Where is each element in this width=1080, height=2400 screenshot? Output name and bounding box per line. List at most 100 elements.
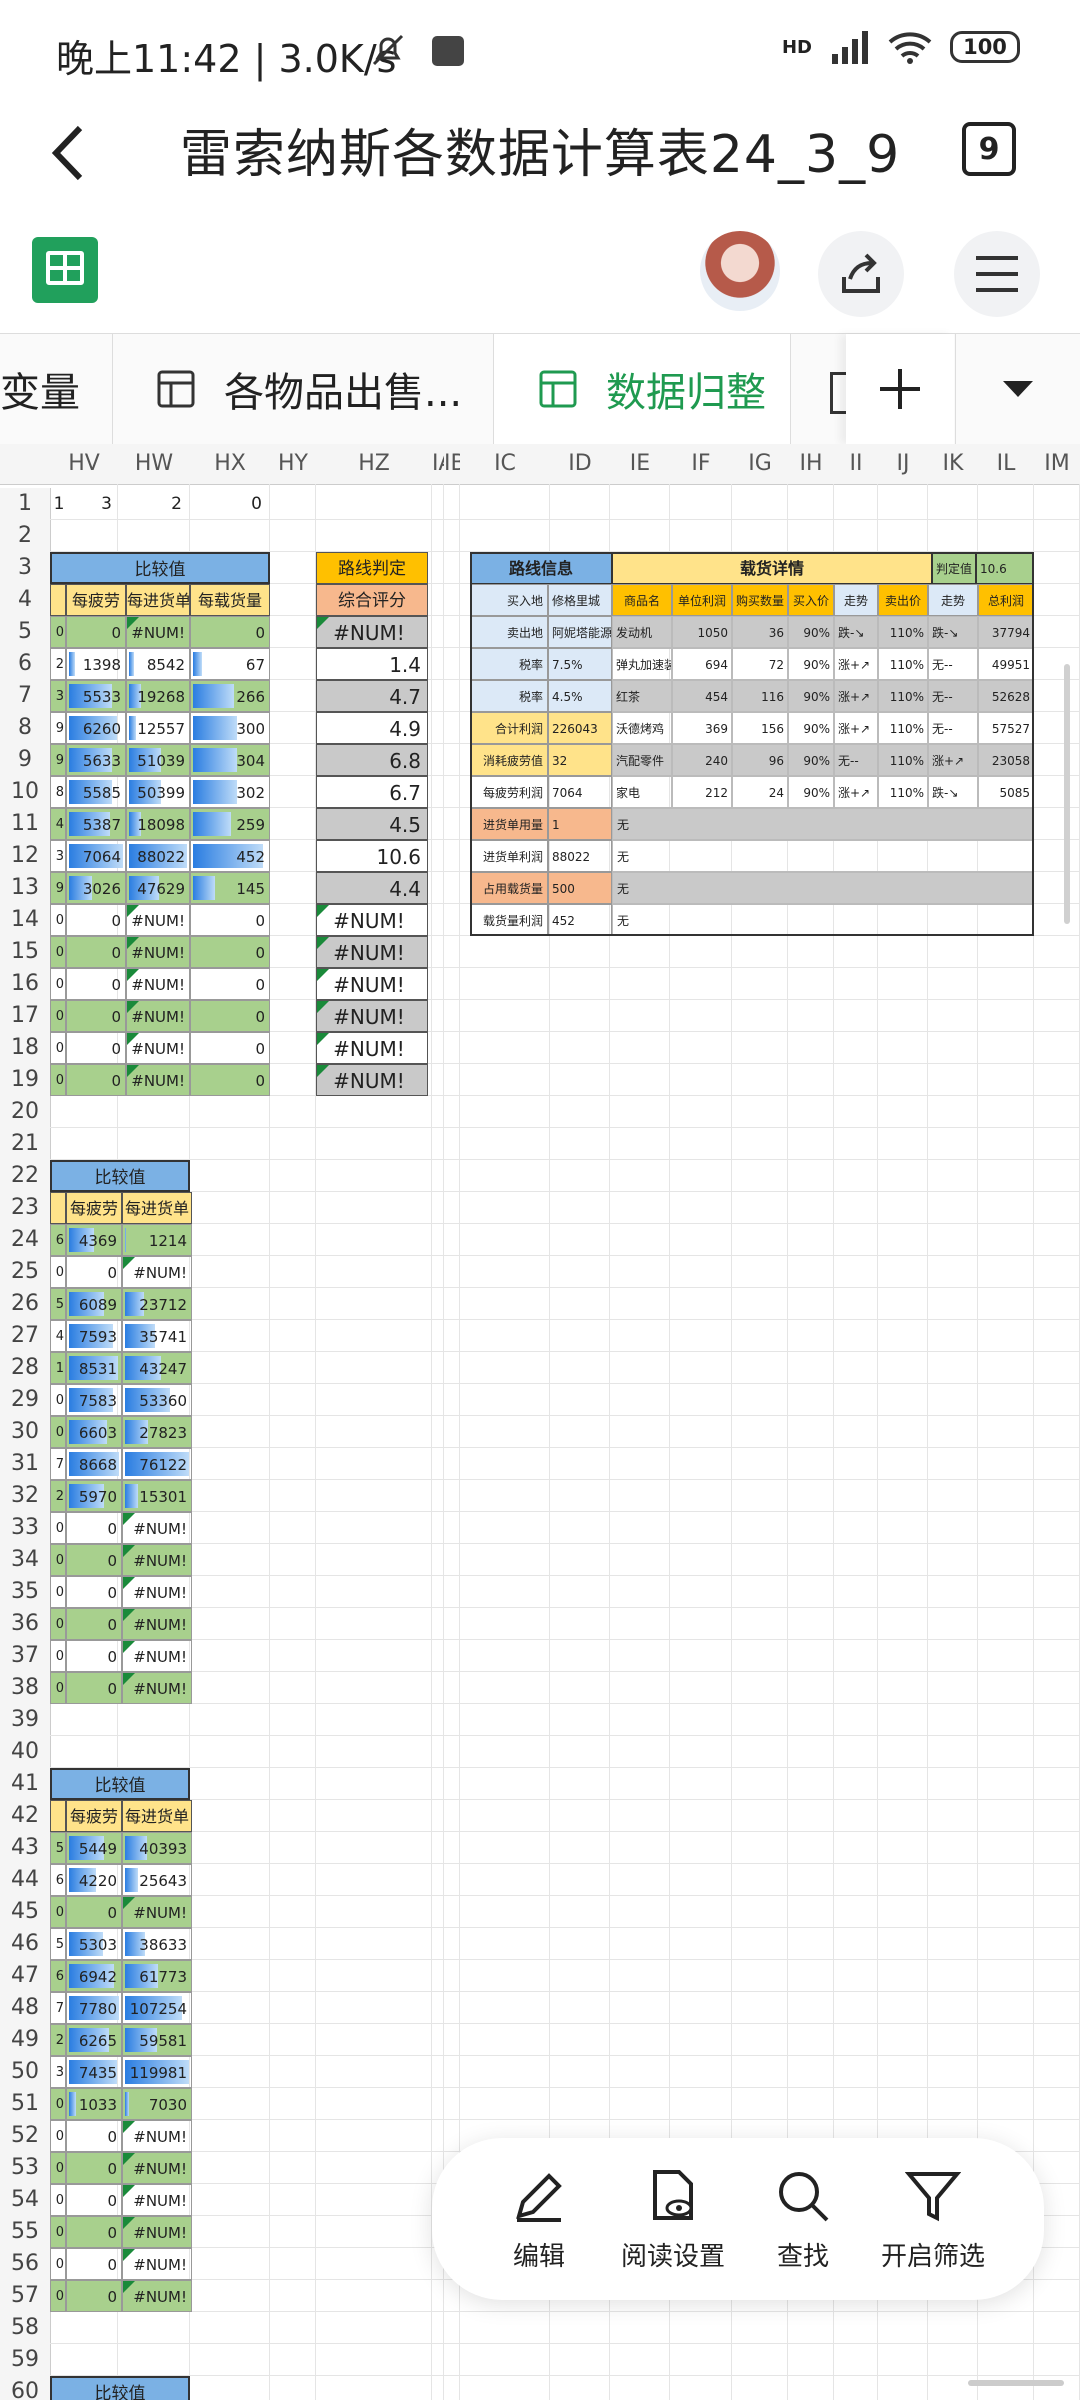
- route-score-cell[interactable]: #NUM!: [316, 936, 428, 968]
- route-score-cell[interactable]: #NUM!: [316, 1032, 428, 1064]
- row-header[interactable]: 14: [0, 904, 51, 937]
- read-settings-button[interactable]: 阅读设置: [608, 2168, 738, 2273]
- data-bar-cell[interactable]: 1398: [66, 648, 126, 680]
- data-bar-cell[interactable]: 5633: [66, 744, 126, 776]
- info-value[interactable]: 88022: [548, 840, 612, 872]
- data-bar-cell[interactable]: 7780: [66, 1992, 122, 2024]
- route-score-cell[interactable]: 4.4: [316, 872, 428, 904]
- goods-cell[interactable]: 23058: [978, 744, 1034, 776]
- row-header[interactable]: 40: [0, 1736, 51, 1769]
- route-score-cell[interactable]: 4.7: [316, 680, 428, 712]
- data-bar-cell[interactable]: 25643: [122, 1864, 192, 1896]
- data-bar-cell[interactable]: 0: [66, 2184, 122, 2216]
- row-header[interactable]: 27: [0, 1320, 51, 1353]
- row-lead-cell[interactable]: 0: [50, 2088, 66, 2120]
- row-lead-cell[interactable]: 0: [50, 1032, 66, 1064]
- row-header[interactable]: 48: [0, 1992, 51, 2025]
- row-header[interactable]: 20: [0, 1096, 51, 1129]
- data-bar-cell[interactable]: 300: [190, 712, 270, 744]
- row-header[interactable]: 42: [0, 1800, 51, 1833]
- data-bar-cell[interactable]: #NUM!: [122, 1512, 192, 1544]
- column-header-cell[interactable]: 每进货单: [122, 1192, 192, 1224]
- data-bar-cell[interactable]: 0: [66, 968, 126, 1000]
- column-header[interactable]: IM: [1034, 444, 1080, 485]
- goods-cell[interactable]: 90%: [788, 776, 834, 808]
- row-lead-cell[interactable]: 0: [50, 1896, 66, 1928]
- row-header[interactable]: 15: [0, 936, 51, 969]
- row-lead-cell[interactable]: 0: [50, 2248, 66, 2280]
- info-key[interactable]: 进货单利润: [470, 840, 548, 872]
- cell-hw1[interactable]: 2: [118, 488, 190, 520]
- info-key[interactable]: 占用载货量: [470, 872, 548, 904]
- data-bar-cell[interactable]: 12557: [126, 712, 190, 744]
- row-lead-cell[interactable]: 2: [50, 1480, 66, 1512]
- row-lead-cell[interactable]: 0: [50, 1000, 66, 1032]
- row-lead-cell[interactable]: 0: [50, 2152, 66, 2184]
- column-header[interactable]: IC: [460, 444, 551, 485]
- row-header[interactable]: 49: [0, 2024, 51, 2057]
- column-header[interactable]: IL: [978, 444, 1035, 485]
- data-bar-cell[interactable]: 7064: [66, 840, 126, 872]
- goods-cell[interactable]: 汽配零件: [612, 744, 672, 776]
- info-value[interactable]: 1: [548, 808, 612, 840]
- row-header[interactable]: 59: [0, 2344, 51, 2377]
- data-bar-cell[interactable]: #NUM!: [122, 1608, 192, 1640]
- info-key[interactable]: 载货量利润: [470, 904, 548, 936]
- data-bar-cell[interactable]: 6089: [66, 1288, 122, 1320]
- goods-cell[interactable]: 5085: [978, 776, 1034, 808]
- share-button[interactable]: [818, 231, 904, 317]
- goods-cell[interactable]: 发动机: [612, 616, 672, 648]
- vertical-scrollbar[interactable]: [1064, 664, 1070, 924]
- row-header[interactable]: 37: [0, 1640, 51, 1673]
- data-bar-cell[interactable]: 5533: [66, 680, 126, 712]
- data-bar-cell[interactable]: 0: [66, 2120, 122, 2152]
- data-bar-cell[interactable]: 7583: [66, 1384, 122, 1416]
- row-header[interactable]: 36: [0, 1608, 51, 1641]
- row-header[interactable]: 9: [0, 744, 51, 777]
- data-bar-cell[interactable]: 6942: [66, 1960, 122, 1992]
- goods-cell[interactable]: 无--: [928, 712, 978, 744]
- column-header[interactable]: ID: [550, 444, 611, 485]
- data-bar-cell[interactable]: 38633: [122, 1928, 192, 1960]
- column-header[interactable]: HX: [190, 444, 271, 485]
- info-value[interactable]: 500: [548, 872, 612, 904]
- goods-cell[interactable]: 跌-↘: [834, 616, 878, 648]
- tab-count-button[interactable]: 9: [962, 122, 1016, 176]
- row-lead-cell[interactable]: 0: [50, 1064, 66, 1096]
- row-lead-cell[interactable]: 5: [50, 1832, 66, 1864]
- row-lead-cell[interactable]: 5: [50, 1288, 66, 1320]
- route-title[interactable]: 路线判定: [316, 552, 428, 584]
- row-lead-cell[interactable]: 6: [50, 1864, 66, 1896]
- column-header[interactable]: HZ: [316, 444, 433, 485]
- goods-cell[interactable]: 涨+↗: [928, 744, 978, 776]
- data-bar-cell[interactable]: #NUM!: [122, 1544, 192, 1576]
- data-bar-cell[interactable]: 7435: [66, 2056, 122, 2088]
- goods-header[interactable]: 买入价: [788, 584, 834, 616]
- goods-header[interactable]: 总利润: [978, 584, 1034, 616]
- row-lead-cell[interactable]: 5: [50, 1928, 66, 1960]
- column-header[interactable]: IG: [732, 444, 789, 485]
- row-header[interactable]: 23: [0, 1192, 51, 1225]
- goods-cell[interactable]: 1050: [672, 616, 732, 648]
- row-lead-cell[interactable]: 9: [50, 872, 66, 904]
- goods-cell[interactable]: 无--: [834, 744, 878, 776]
- data-bar-cell[interactable]: 0: [190, 904, 270, 936]
- tab-variables[interactable]: 变量: [0, 334, 110, 444]
- row-header[interactable]: 19: [0, 1064, 51, 1097]
- data-bar-cell[interactable]: 4220: [66, 1864, 122, 1896]
- data-bar-cell[interactable]: #NUM!: [122, 2152, 192, 2184]
- data-bar-cell[interactable]: 0: [66, 904, 126, 936]
- row-lead-cell[interactable]: 0: [50, 2280, 66, 2312]
- column-header[interactable]: HY: [270, 444, 317, 485]
- info-key[interactable]: 税率: [470, 648, 548, 680]
- data-bar-cell[interactable]: 53360: [122, 1384, 192, 1416]
- find-button[interactable]: 查找: [738, 2168, 868, 2273]
- data-bar-cell[interactable]: 0: [66, 1256, 122, 1288]
- data-bar-cell[interactable]: 119981: [122, 2056, 192, 2088]
- goods-cell[interactable]: 369: [672, 712, 732, 744]
- data-bar-cell[interactable]: 47629: [126, 872, 190, 904]
- row-lead-cell[interactable]: 0: [50, 1416, 66, 1448]
- info-key[interactable]: 进货单用量: [470, 808, 548, 840]
- route-score-cell[interactable]: #NUM!: [316, 904, 428, 936]
- goods-cell[interactable]: 90%: [788, 648, 834, 680]
